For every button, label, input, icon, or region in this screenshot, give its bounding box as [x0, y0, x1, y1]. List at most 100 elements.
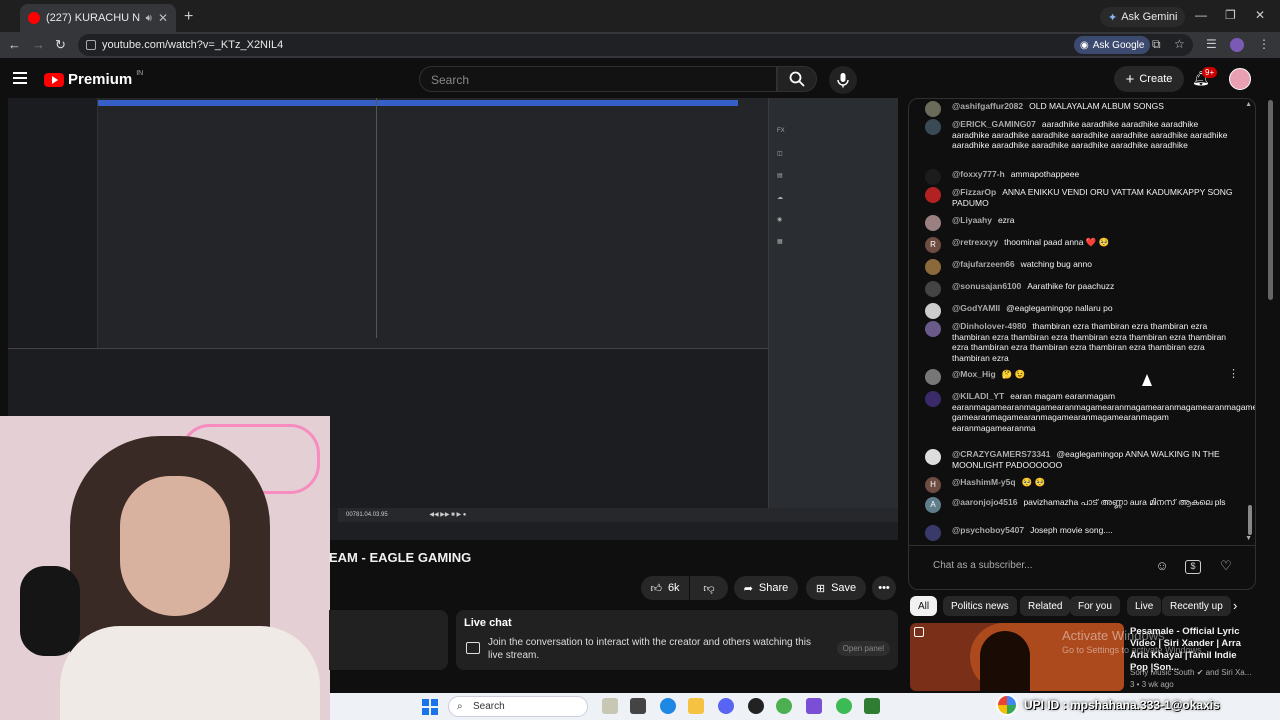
chrome-profile-icon[interactable] — [836, 698, 852, 714]
filter-chip[interactable]: Live — [1127, 596, 1162, 616]
back-icon[interactable]: ← — [8, 37, 21, 52]
chat-author[interactable]: @HashimM-y5q — [952, 477, 1016, 487]
chat-message[interactable]: H @HashimM-y5q 🥺 🥺 — [925, 477, 1235, 493]
ask-google-button[interactable]: ◉ Ask Google — [1074, 36, 1151, 54]
create-button[interactable]: + Create — [1114, 66, 1184, 92]
chat-message[interactable]: R @retrexxyy thoominal paad anna ❤️ 🥺 — [925, 237, 1235, 253]
chat-author[interactable]: @Liyaahy — [952, 215, 992, 225]
page-scrollbar[interactable] — [1268, 86, 1273, 686]
chat-avatar[interactable] — [925, 169, 941, 185]
more-actions-button[interactable]: ••• — [872, 576, 896, 600]
chat-message[interactable]: @GodYAMII @eaglegamingop nallaru po — [925, 303, 1235, 319]
chip-scroll-right-icon[interactable]: › — [1233, 598, 1237, 613]
account-avatar[interactable] — [1229, 68, 1251, 90]
discord-icon[interactable] — [718, 698, 734, 714]
close-tab-icon[interactable]: ✕ — [158, 11, 168, 25]
dislike-button[interactable]: 👎︎ — [690, 576, 728, 600]
bookmark-star-icon[interactable]: ☆ — [1174, 37, 1185, 51]
filter-chip[interactable]: All — [910, 596, 938, 616]
chat-message[interactable]: @FizzarOp ANNA ENIKKU VENDI ORU VATTAM KA… — [925, 187, 1235, 208]
chat-message[interactable]: @psychoboy5407 Joseph movie song.... — [925, 525, 1235, 541]
forward-icon[interactable]: → — [32, 37, 45, 52]
chat-message[interactable]: @ERICK_GAMING07 aaradhike aaradhike aarad… — [925, 119, 1235, 151]
chat-message[interactable]: @sonusajan6100 Aarathike for paachuzz — [925, 281, 1235, 297]
task-view-icon[interactable] — [630, 698, 646, 714]
chat-author[interactable]: @fajufarzeen66 — [952, 259, 1015, 269]
chat-author[interactable]: @sonusajan6100 — [952, 281, 1021, 291]
chat-message[interactable]: @fajufarzeen66 watching bug anno — [925, 259, 1235, 275]
windows-start-icon[interactable] — [422, 699, 438, 715]
chat-avatar[interactable] — [925, 321, 941, 337]
chat-avatar[interactable]: R — [925, 237, 941, 253]
chat-avatar[interactable] — [925, 187, 941, 203]
chat-message-menu-icon[interactable]: ⋮ — [1228, 369, 1239, 380]
taskbar-search[interactable]: ⌕ Search — [448, 696, 588, 717]
restore-icon[interactable]: ❐ — [1225, 8, 1236, 22]
chat-message[interactable]: @CRAZYGAMERS73341 @eaglegamingop ANNA WAL… — [925, 449, 1235, 470]
notes-app-icon[interactable] — [864, 698, 880, 714]
chat-input[interactable]: Chat as a subscriber... — [925, 554, 1153, 578]
chat-avatar[interactable] — [925, 215, 941, 231]
heart-reaction-icon[interactable]: ♡ — [1217, 558, 1235, 576]
chat-message[interactable]: @foxxy777-h ammapothappeee — [925, 169, 1235, 185]
search-input[interactable]: Search — [419, 66, 777, 92]
profile-icon[interactable] — [1230, 38, 1244, 52]
new-tab-button[interactable]: + — [184, 8, 193, 26]
hamburger-menu-icon[interactable] — [13, 72, 27, 84]
reload-icon[interactable]: ↻ — [55, 37, 66, 53]
chat-avatar[interactable]: H — [925, 477, 941, 493]
search-button[interactable] — [777, 66, 817, 92]
ask-gemini-button[interactable]: ✦ Ask Gemini — [1100, 7, 1186, 27]
tab-search-icon[interactable]: ☰ — [1206, 37, 1217, 51]
page-scrollbar-thumb[interactable] — [1268, 100, 1273, 300]
url-field[interactable]: youtube.com/watch?v=_KTz_X2NIL4 — [78, 34, 1193, 56]
chat-message[interactable]: A @aaronjojo4516 pavizhamazha പാട് അണ്ണാ a… — [925, 497, 1235, 513]
filter-chip[interactable]: Related — [1020, 596, 1071, 616]
chat-author[interactable]: @ERICK_GAMING07 — [952, 119, 1036, 129]
filter-chip[interactable]: For you — [1070, 596, 1120, 616]
chat-author[interactable]: @retrexxyy — [952, 237, 998, 247]
voice-search-button[interactable] — [829, 66, 857, 94]
chat-message[interactable]: @ashifgaffur2082 OLD MALAYALAM ALBUM SONG… — [925, 101, 1235, 117]
widgets-icon[interactable] — [602, 698, 618, 714]
super-chat-icon[interactable]: $ — [1185, 560, 1201, 574]
chat-message[interactable]: @Liyaahy ezra — [925, 215, 1235, 231]
recommendation-channel[interactable]: Sony Music South ✔ and Siri Xa... — [1130, 668, 1256, 677]
save-button[interactable]: ⊞ Save — [806, 576, 866, 600]
obs-icon[interactable] — [748, 698, 764, 714]
open-panel-button[interactable]: Open panel — [836, 641, 890, 656]
youtube-premium-logo[interactable]: Premium IN — [44, 70, 143, 88]
emoji-icon[interactable]: ☺ — [1153, 558, 1171, 576]
browser-tab[interactable]: (227) KURACHU NERAM SA 🔊︎ ✕ — [20, 4, 176, 32]
install-app-icon[interactable]: ⧉ — [1152, 37, 1161, 52]
chat-author[interactable]: @GodYAMII — [952, 303, 1000, 313]
chat-message[interactable]: @KILADI_YT earan magam earanmagam earanma… — [925, 391, 1255, 433]
share-button[interactable]: ➦ Share — [734, 576, 798, 600]
file-explorer-icon[interactable] — [688, 698, 704, 714]
chat-avatar[interactable] — [925, 119, 941, 135]
chat-avatar[interactable]: A — [925, 497, 941, 513]
chat-scroll-down-icon[interactable]: ▼ — [1245, 535, 1252, 542]
chat-author[interactable]: @FizzarOp — [952, 187, 996, 197]
chat-author[interactable]: @Dinholover-4980 — [952, 321, 1026, 331]
chat-scroll-up-icon[interactable]: ▲ — [1245, 101, 1252, 108]
chat-message[interactable]: @Dinholover-4980 thambiran ezra thambiran… — [925, 321, 1235, 363]
speaker-icon[interactable]: 🔊︎ — [146, 13, 152, 24]
chat-avatar[interactable] — [925, 449, 941, 465]
chat-avatar[interactable] — [925, 101, 941, 117]
like-button[interactable]: 👍︎ 6k — [641, 576, 689, 600]
chat-avatar[interactable] — [925, 259, 941, 275]
browser-menu-icon[interactable]: ⋮ — [1258, 37, 1270, 51]
chat-avatar[interactable] — [925, 281, 941, 297]
studio-app-icon[interactable] — [806, 698, 822, 714]
site-info-icon[interactable] — [86, 40, 96, 50]
chat-author[interactable]: @ashifgaffur2082 — [952, 101, 1023, 111]
chat-author[interactable]: @foxxy777-h — [952, 169, 1005, 179]
minimize-icon[interactable]: — — [1195, 8, 1207, 22]
filter-chip[interactable]: Politics news — [943, 596, 1017, 616]
chat-avatar[interactable] — [925, 391, 941, 407]
filter-chip[interactable]: Recently up — [1162, 596, 1231, 616]
chat-scrollbar[interactable] — [1248, 505, 1252, 535]
chat-author[interactable]: @Mox_Hig — [952, 369, 996, 379]
chat-avatar[interactable] — [925, 369, 941, 385]
